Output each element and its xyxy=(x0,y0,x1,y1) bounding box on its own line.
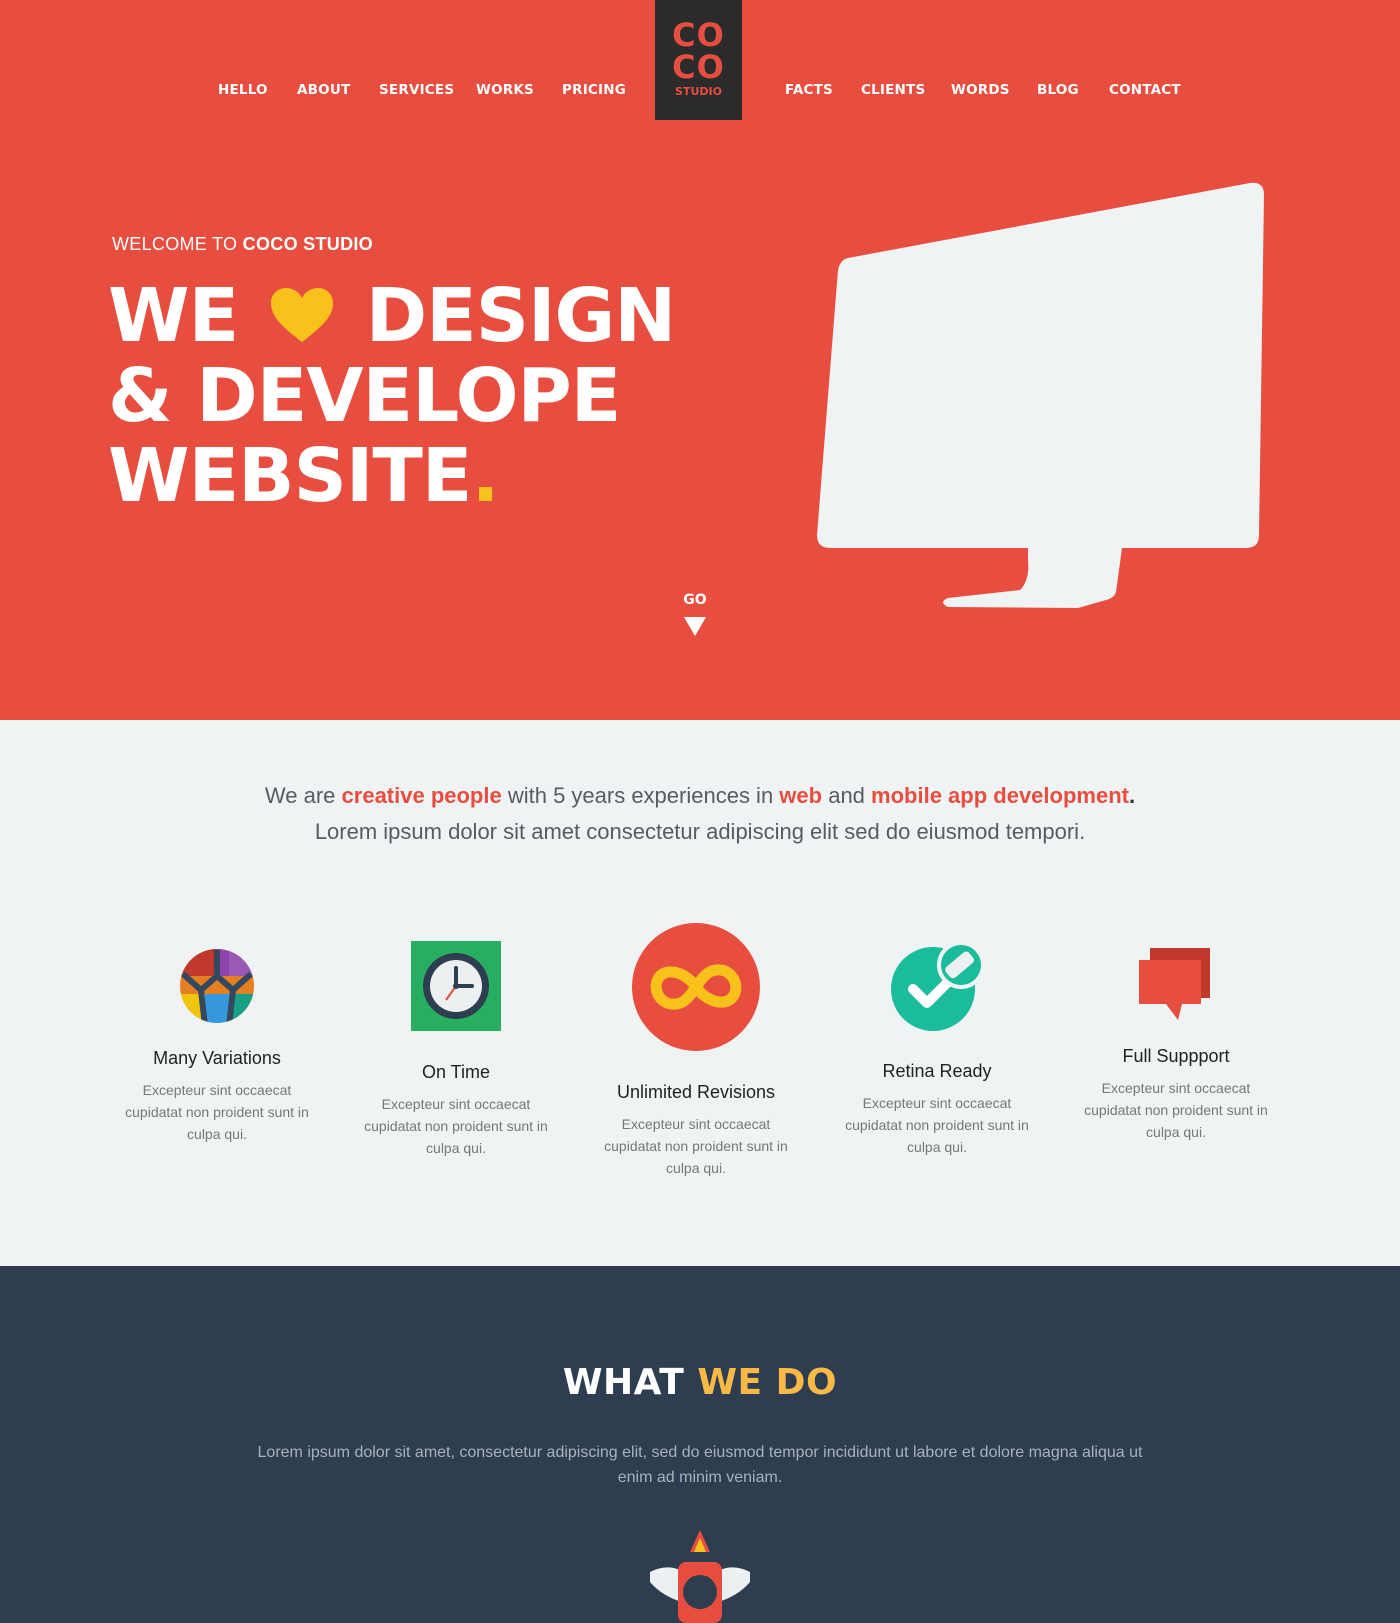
nav-item-contact[interactable]: CONTACT xyxy=(1109,82,1181,98)
what-we-do-title-b: WE DO xyxy=(697,1362,838,1403)
intro-highlight-mobile: mobile app development xyxy=(871,783,1129,808)
welcome-prefix: WELCOME TO xyxy=(112,234,238,254)
nav-item-facts[interactable]: FACTS xyxy=(785,82,833,98)
logo-line1: CO xyxy=(672,16,725,54)
what-we-do-title-a: WHAT xyxy=(562,1362,685,1403)
logo-line3: STUDIO xyxy=(675,85,722,98)
intro-line2: Lorem ipsum dolor sit amet consectetur a… xyxy=(314,819,1086,844)
nav-item-pricing[interactable]: PRICING xyxy=(562,82,626,98)
nav-item-words[interactable]: WORDS xyxy=(951,82,1010,98)
go-label: GO xyxy=(683,592,707,608)
headline-dot: . xyxy=(471,433,499,519)
feature-unlimited-revisions: Unlimited Revisions Excepteur sint occae… xyxy=(596,922,796,1179)
feature-full-support: Full Suppport Excepteur sint occaecat cu… xyxy=(1076,946,1276,1143)
feature-retina-ready: Retina Ready Excepteur sint occaecat cup… xyxy=(837,943,1037,1158)
feature-title: Full Suppport xyxy=(1122,1046,1230,1066)
feature-title: On Time xyxy=(421,1062,491,1082)
feature-text: Excepteur sint occaecat cupidatat non pr… xyxy=(125,1082,309,1142)
headline-design: DESIGN xyxy=(365,273,676,359)
go-button[interactable]: GO xyxy=(680,592,710,636)
welcome-text: WELCOME TO COCO STUDIO xyxy=(112,234,373,255)
what-we-do-text: Lorem ipsum dolor sit amet, consectetur … xyxy=(257,1444,1143,1486)
intro-text-a: We are xyxy=(264,783,342,808)
logo[interactable]: CO CO STUDIO xyxy=(655,0,742,120)
intro-highlight-creative: creative people xyxy=(341,783,502,808)
headline-we: WE xyxy=(108,273,239,359)
nav-item-services[interactable]: SERVICES xyxy=(379,82,454,98)
intro-text-b: with 5 years experiences in xyxy=(501,783,780,808)
feature-text: Excepteur sint occaecat cupidatat non pr… xyxy=(1084,1080,1268,1140)
what-we-do-title: WHAT WE DO xyxy=(0,1362,1400,1403)
rocket-icon xyxy=(650,1530,750,1623)
nav-item-works[interactable]: WORKS xyxy=(476,82,534,98)
intro-text: We are creative people with 5 years expe… xyxy=(0,778,1400,850)
feature-text: Excepteur sint occaecat cupidatat non pr… xyxy=(845,1095,1029,1155)
headline-line3: WEBSITE xyxy=(108,433,472,519)
headline-line2: & DEVELOPE xyxy=(108,353,621,439)
intro-period: . xyxy=(1128,783,1136,808)
nav-item-about[interactable]: ABOUT xyxy=(297,82,350,98)
monitor-illustration xyxy=(817,182,1264,608)
clock-icon xyxy=(411,941,501,1031)
nav-item-hello[interactable]: HELLO xyxy=(218,82,268,98)
infinity-icon xyxy=(632,923,760,1051)
feature-many-variations: Many Variations Excepteur sint occaecat … xyxy=(117,946,317,1145)
logo-line2: CO xyxy=(672,48,725,86)
welcome-brand: COCO STUDIO xyxy=(242,234,373,254)
hero-headline: WE DESIGN & DEVELOPE WEBSITE. xyxy=(108,273,676,519)
check-badge-icon xyxy=(891,943,985,1031)
nav-item-clients[interactable]: CLIENTS xyxy=(861,82,925,98)
nav-item-blog[interactable]: BLOG xyxy=(1037,82,1079,98)
feature-title: Unlimited Revisions xyxy=(616,1082,776,1102)
feature-title: Many Variations xyxy=(153,1048,281,1068)
intro-text-c: and xyxy=(822,783,872,808)
heart-icon xyxy=(270,288,333,343)
feature-on-time: On Time Excepteur sint occaecat cupidata… xyxy=(356,940,556,1159)
chat-bubbles-icon xyxy=(1139,948,1210,1020)
intro-highlight-web: web xyxy=(779,783,823,808)
palette-globe-icon xyxy=(180,949,254,1023)
down-arrow-icon xyxy=(684,617,706,636)
feature-text: Excepteur sint occaecat cupidatat non pr… xyxy=(364,1096,548,1156)
intro-line1: We are creative people with 5 years expe… xyxy=(0,778,1400,814)
feature-title: Retina Ready xyxy=(882,1061,992,1081)
feature-text: Excepteur sint occaecat cupidatat non pr… xyxy=(604,1116,788,1176)
